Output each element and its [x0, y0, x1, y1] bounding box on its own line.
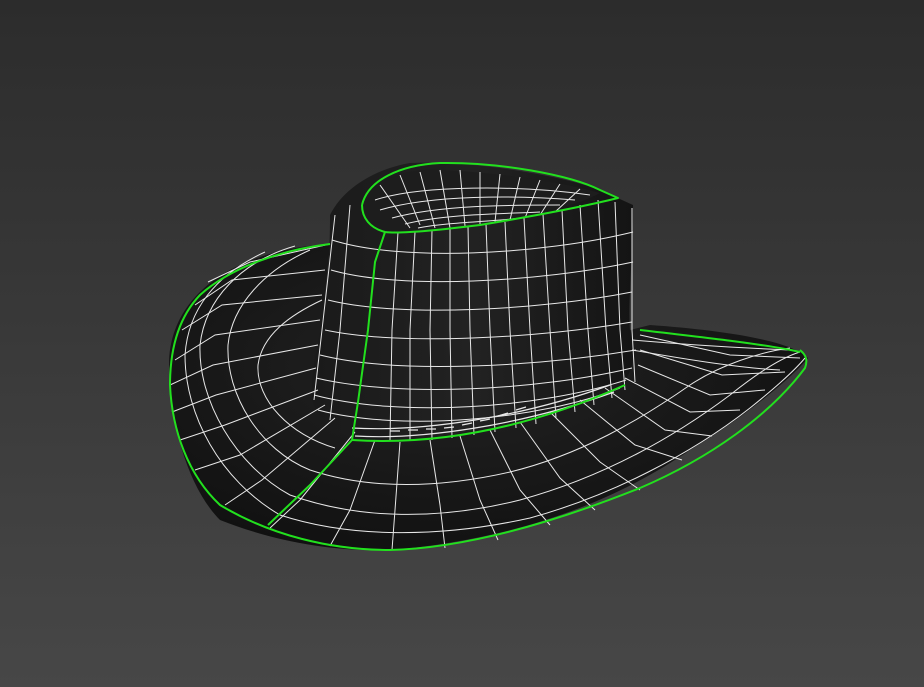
3d-viewport[interactable] [0, 0, 924, 687]
hat-model[interactable] [0, 0, 924, 687]
